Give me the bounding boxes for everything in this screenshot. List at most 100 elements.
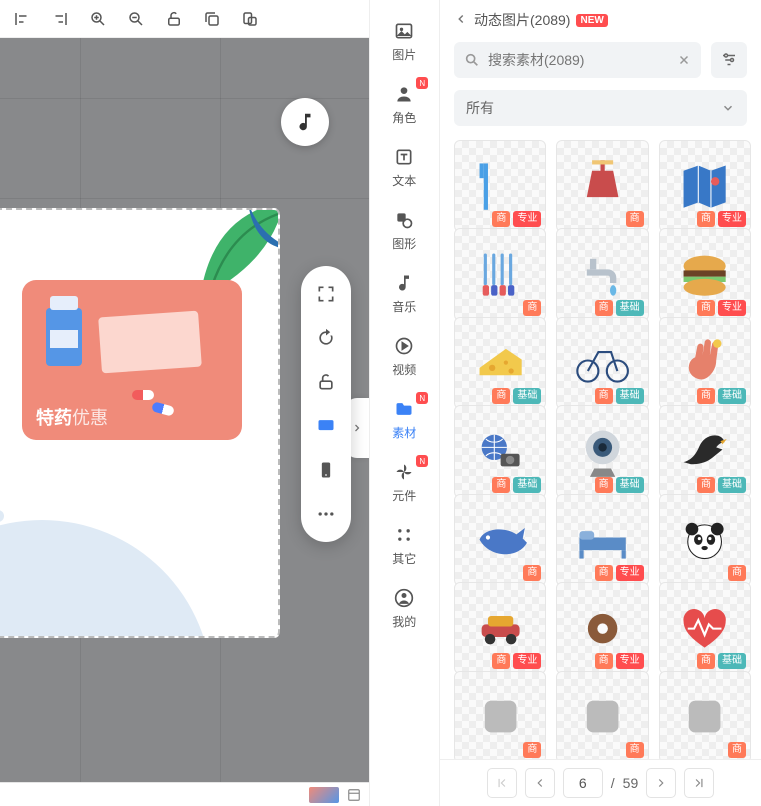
promo-card[interactable]: 特药优惠 <box>22 280 242 440</box>
tag-jichu: 基础 <box>513 388 541 404</box>
tag-jichu: 基础 <box>616 388 644 404</box>
asset-heart[interactable]: 商基础 <box>659 582 751 674</box>
more-button[interactable] <box>308 496 344 532</box>
asset-thumb <box>469 597 532 660</box>
folder-icon <box>393 398 415 420</box>
filter-dropdown[interactable]: 所有 <box>454 90 747 126</box>
cat-video[interactable]: 视频 <box>374 327 434 386</box>
page-thumbnail[interactable] <box>309 787 339 803</box>
asset-thumb <box>673 508 736 571</box>
cat-image[interactable]: 图片 <box>374 12 434 71</box>
zoom-in-icon[interactable] <box>82 3 114 35</box>
page-first-button[interactable] <box>487 768 517 798</box>
pagination: / 59 <box>440 759 761 806</box>
canvas-viewport[interactable]: 特药优惠 惠 <box>0 38 369 782</box>
tag-shang: 商 <box>697 653 715 669</box>
asset-cheese[interactable]: 商基础 <box>454 317 546 409</box>
page-last-button[interactable] <box>684 768 714 798</box>
asset-car[interactable]: 商专业 <box>454 582 546 674</box>
clear-icon[interactable] <box>677 53 691 67</box>
asset-thumb <box>469 155 532 218</box>
cat-mine[interactable]: 我的 <box>374 579 434 638</box>
filter-button[interactable] <box>711 42 747 78</box>
asset-thumb <box>571 685 634 748</box>
page-total: 59 <box>623 775 639 791</box>
tag-shang: 商 <box>595 565 613 581</box>
tag-jichu: 基础 <box>718 653 746 669</box>
cat-role[interactable]: 角色N <box>374 75 434 134</box>
asset-bed[interactable]: 商专业 <box>556 494 648 586</box>
assets-panel: 动态图片(2089) NEW 所有 商专业商商专业商商基础商专业商基础商基础商基… <box>440 0 761 806</box>
asset-thumb <box>673 597 736 660</box>
back-button[interactable] <box>454 12 468 29</box>
fullscreen-button[interactable] <box>308 276 344 312</box>
artboard[interactable]: 特药优惠 惠 <box>0 208 280 638</box>
tag-zhuanye: 专业 <box>718 211 746 227</box>
cat-label: 文本 <box>392 172 416 189</box>
text-icon <box>393 146 415 168</box>
search-icon <box>464 52 480 68</box>
page-next-button[interactable] <box>646 768 676 798</box>
asset-map[interactable]: 商专业 <box>659 140 751 232</box>
mobile-button[interactable] <box>308 452 344 488</box>
cat-text[interactable]: 文本 <box>374 138 434 197</box>
unlock-icon[interactable] <box>158 3 190 35</box>
asset-panda[interactable]: 商 <box>659 494 751 586</box>
asset-thumb <box>571 243 634 306</box>
asset-burger[interactable]: 商专业 <box>659 228 751 320</box>
align-right-icon[interactable] <box>44 3 76 35</box>
cat-assets[interactable]: 素材N <box>374 390 434 449</box>
music-icon <box>393 272 415 294</box>
shape-icon <box>393 209 415 231</box>
float-toolbar <box>301 266 351 542</box>
unlock-button[interactable] <box>308 364 344 400</box>
filter-label: 所有 <box>466 98 494 118</box>
cat-label: 音乐 <box>392 298 416 315</box>
tag-shang: 商 <box>492 477 510 493</box>
cat-music[interactable]: 音乐 <box>374 264 434 323</box>
desktop-button[interactable] <box>308 408 344 444</box>
asset-utensils[interactable]: 商 <box>454 228 546 320</box>
asset-thumb <box>469 331 532 394</box>
asset-webcam[interactable]: 商基础 <box>556 405 648 497</box>
new-dot: N <box>416 77 428 89</box>
page-current-input[interactable] <box>563 768 603 798</box>
align-left-icon[interactable] <box>6 3 38 35</box>
asset-faucet[interactable]: 商基础 <box>556 228 648 320</box>
asset-item19[interactable]: 商 <box>454 671 546 759</box>
asset-hand[interactable]: 商基础 <box>659 317 751 409</box>
pinwheel-icon <box>393 461 415 483</box>
search-box[interactable] <box>454 42 701 78</box>
asset-thumb <box>571 420 634 483</box>
zoom-out-icon[interactable] <box>120 3 152 35</box>
asset-bicycle[interactable]: 商基础 <box>556 317 648 409</box>
paste-icon[interactable] <box>234 3 266 35</box>
tag-shang: 商 <box>697 388 715 404</box>
asset-globe-camera[interactable]: 商基础 <box>454 405 546 497</box>
asset-thumb <box>571 508 634 571</box>
page-prev-button[interactable] <box>525 768 555 798</box>
asset-whale[interactable]: 商 <box>454 494 546 586</box>
cat-label: 图片 <box>392 46 416 63</box>
music-button[interactable] <box>281 98 329 146</box>
cat-other[interactable]: 其它 <box>374 516 434 575</box>
rotate-button[interactable] <box>308 320 344 356</box>
person-icon <box>393 83 415 105</box>
asset-crow[interactable]: 商基础 <box>659 405 751 497</box>
layout-icon[interactable] <box>347 788 361 802</box>
asset-tags: 商基础 <box>697 477 746 493</box>
tag-shang: 商 <box>728 565 746 581</box>
asset-tags: 商 <box>523 300 541 316</box>
asset-donut[interactable]: 商专业 <box>556 582 648 674</box>
asset-tags: 商专业 <box>492 211 541 227</box>
asset-tags: 商专业 <box>697 300 746 316</box>
search-input[interactable] <box>488 52 669 68</box>
copy-icon[interactable] <box>196 3 228 35</box>
cat-shape[interactable]: 图形 <box>374 201 434 260</box>
asset-item21[interactable]: 商 <box>659 671 751 759</box>
tag-shang: 商 <box>492 211 510 227</box>
asset-item20[interactable]: 商 <box>556 671 648 759</box>
cat-widget[interactable]: 元件N <box>374 453 434 512</box>
asset-toothbrush[interactable]: 商专业 <box>454 140 546 232</box>
asset-dustpan[interactable]: 商 <box>556 140 648 232</box>
